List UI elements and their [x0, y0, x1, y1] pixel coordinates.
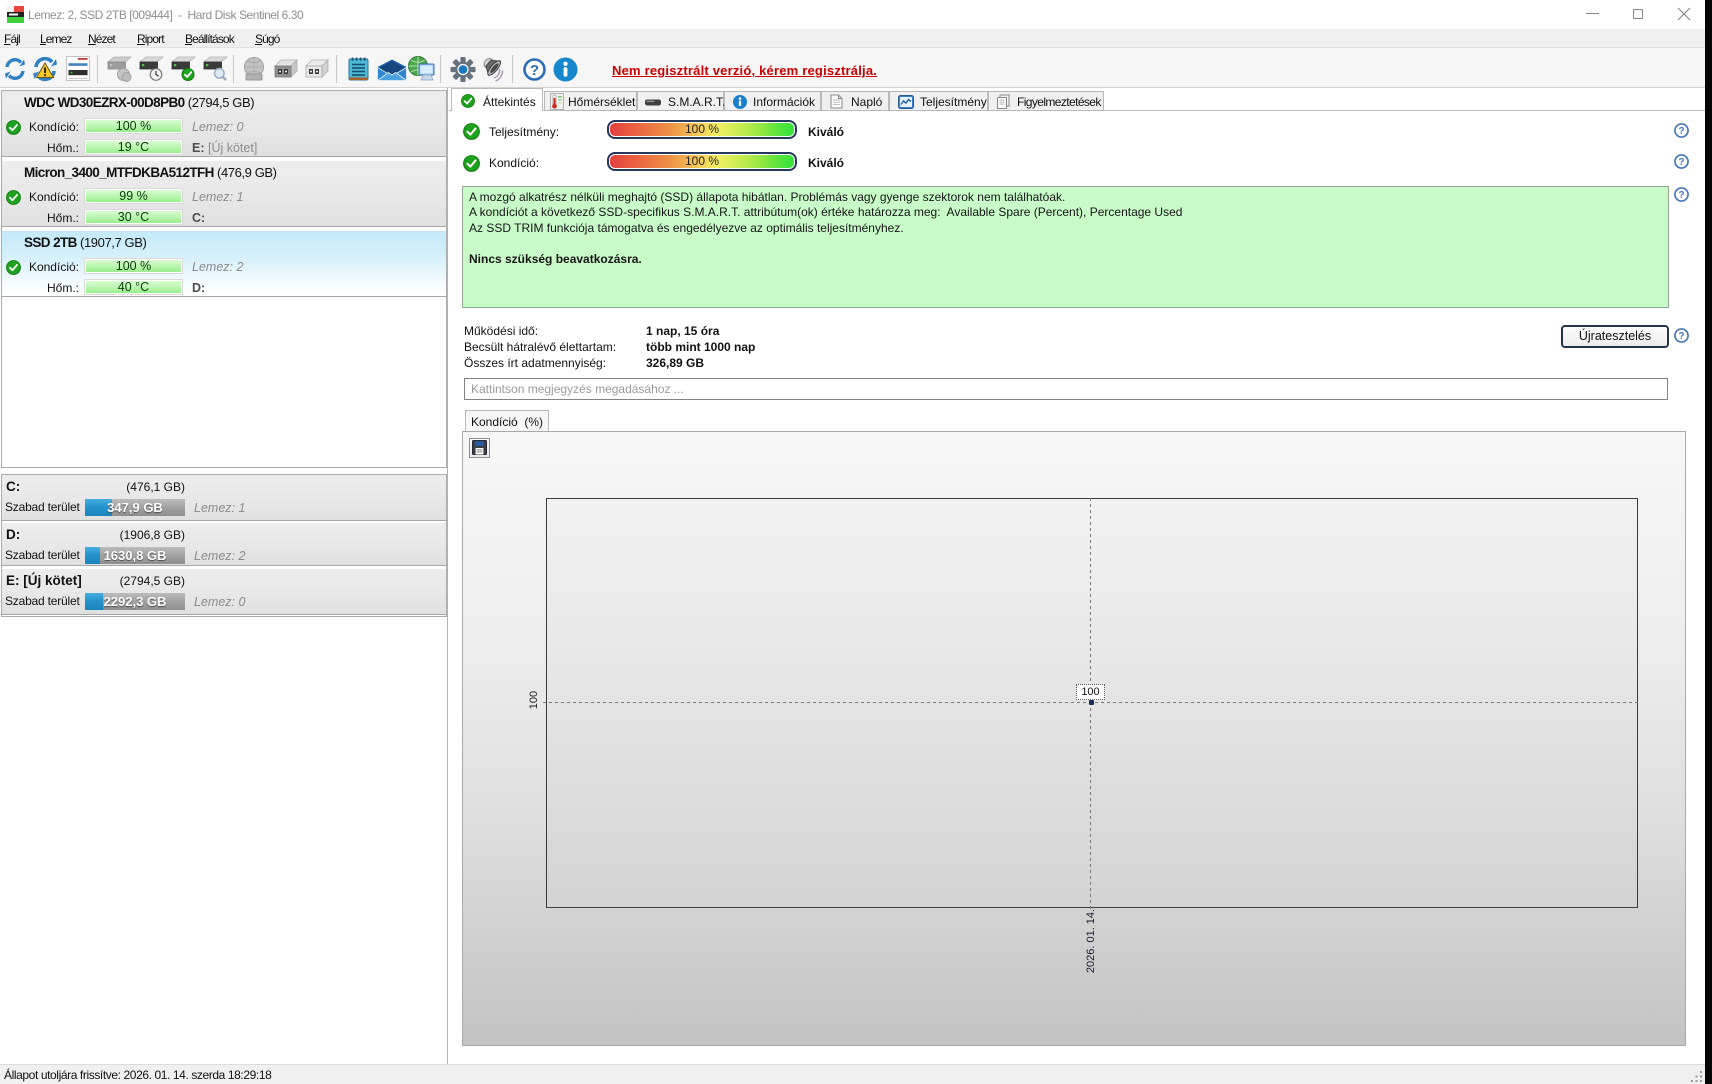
svg-text:?: ? [1678, 331, 1684, 342]
svg-text:?: ? [530, 62, 539, 79]
svg-text:?: ? [1678, 190, 1684, 201]
svg-text:?: ? [1678, 157, 1684, 168]
svg-text:?: ? [1678, 126, 1684, 137]
